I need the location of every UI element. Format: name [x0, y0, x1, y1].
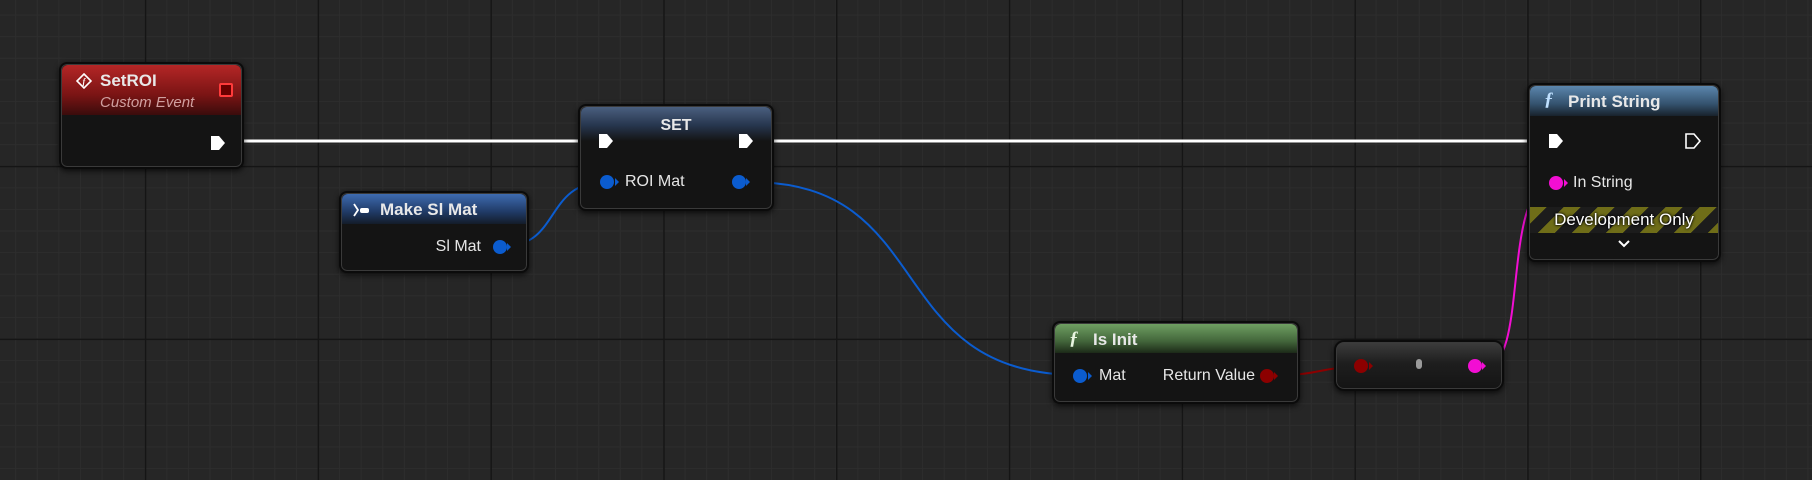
custom-event-title: SetROI: [100, 71, 157, 90]
convert-in-arrow: [1369, 362, 1373, 370]
set-value-out-pin[interactable]: [732, 175, 746, 189]
isinit-mat-in-arrow: [1088, 372, 1092, 380]
in-string-label: In String: [1573, 174, 1633, 191]
print-string-title: Print String: [1568, 92, 1661, 111]
convert-in-pin[interactable]: [1354, 359, 1368, 373]
development-only-text: Development Only: [1554, 210, 1694, 229]
delegate-square-icon[interactable]: [219, 83, 233, 97]
set-value-in-pin[interactable]: [600, 175, 614, 189]
convert-out-pin[interactable]: [1468, 359, 1482, 373]
is-init-node[interactable]: ƒ Is Init Mat Return Value: [1052, 321, 1300, 404]
event-diamond-icon: f: [75, 72, 93, 90]
is-init-input-label: Mat: [1099, 367, 1126, 384]
make-struct-icon: [352, 201, 370, 219]
set-node[interactable]: SET ROI Mat: [578, 104, 774, 211]
isinit-mat-in-pin[interactable]: [1073, 369, 1087, 383]
svg-text:f: f: [83, 77, 87, 86]
is-init-output-label: Return Value: [1162, 367, 1255, 384]
make-mat-header: Make Sl Mat: [342, 194, 526, 224]
convert-center-dot: [1416, 359, 1422, 369]
bool-to-string-node[interactable]: [1334, 340, 1504, 391]
print-exec-out-pin[interactable]: [1684, 132, 1702, 150]
chevron-down-icon[interactable]: [1617, 237, 1631, 249]
set-value-out-arrow: [746, 178, 750, 186]
mat-out-arrow: [507, 243, 511, 251]
print-string-header: ƒ Print String: [1530, 86, 1718, 116]
is-init-header: ƒ Is Init: [1055, 324, 1297, 353]
custom-event-subtitle: Custom Event: [100, 94, 195, 111]
convert-out-arrow: [1482, 362, 1486, 370]
exec-out-pin[interactable]: [209, 134, 227, 152]
print-exec-in-pin[interactable]: [1547, 132, 1565, 150]
return-value-out-arrow: [1274, 372, 1278, 380]
function-f-icon: ƒ: [1544, 89, 1554, 110]
custom-event-node[interactable]: f SetROI Custom Event: [59, 62, 244, 169]
data-wire-set-to-isinit: [749, 181, 1081, 376]
development-only-banner: Development Only: [1530, 207, 1718, 233]
make-mat-node[interactable]: Make Sl Mat Sl Mat: [339, 191, 529, 273]
set-pin-label: ROI Mat: [625, 173, 685, 190]
custom-event-header: f SetROI Custom Event: [62, 65, 241, 115]
in-string-arrow: [1564, 179, 1568, 187]
make-mat-output-label: Sl Mat: [435, 238, 481, 255]
make-mat-title: Make Sl Mat: [380, 200, 478, 219]
set-exec-in-pin[interactable]: [597, 132, 615, 150]
function-f-icon: ƒ: [1069, 328, 1079, 349]
set-exec-out-pin[interactable]: [737, 132, 755, 150]
print-string-node[interactable]: ƒ Print String In String Development Onl…: [1527, 83, 1721, 262]
return-value-out-pin[interactable]: [1260, 369, 1274, 383]
set-value-in-arrow: [615, 178, 619, 186]
is-init-title: Is Init: [1093, 330, 1138, 349]
mat-out-pin[interactable]: [493, 240, 507, 254]
in-string-pin[interactable]: [1549, 176, 1563, 190]
